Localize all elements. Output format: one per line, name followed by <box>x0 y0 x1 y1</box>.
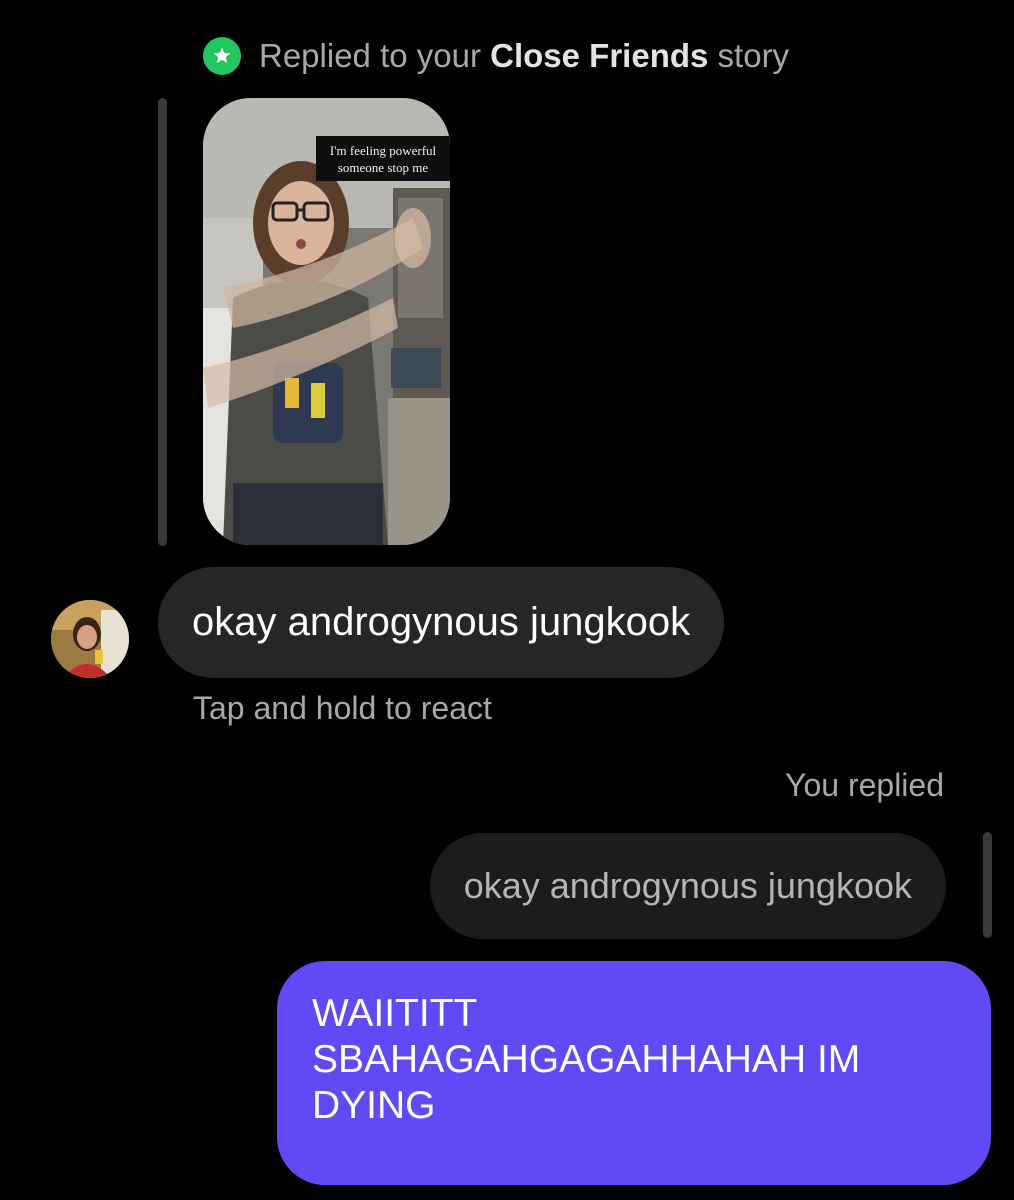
you-replied-label: You replied <box>785 767 944 803</box>
received-message-text: okay androgynous jungkook <box>192 600 691 644</box>
reply-quote-bar <box>983 832 992 938</box>
close-friends-star-icon <box>203 37 241 75</box>
header-text: Replied to your Close Friends story <box>259 37 789 75</box>
close-friends-label[interactable]: Close Friends <box>490 37 708 74</box>
story-quote-bar <box>158 98 167 546</box>
avatar-image <box>51 600 129 678</box>
header-prefix: Replied to your <box>259 37 491 74</box>
header-suffix: story <box>708 37 790 74</box>
sent-message-bubble[interactable]: WAIITITT SBAHAGAHGAGAHHAHAH IM DYING <box>277 961 991 1185</box>
sender-avatar[interactable] <box>51 600 129 678</box>
story-caption-line-1: I'm feeling powerful <box>329 143 437 158</box>
received-message-bubble[interactable]: okay androgynous jungkook <box>158 567 725 678</box>
quoted-message-bubble[interactable]: okay androgynous jungkook <box>429 833 946 939</box>
quoted-message-text: okay androgynous jungkook <box>463 865 912 906</box>
story-reply-header: Replied to your Close Friends story <box>203 34 789 78</box>
react-hint: Tap and hold to react <box>193 690 492 726</box>
story-caption: I'm feeling powerful someone stop me <box>316 136 450 181</box>
story-thumbnail[interactable]: I'm feeling powerful someone stop me <box>203 98 450 545</box>
story-caption-line-2: someone stop me <box>337 160 429 175</box>
sent-message-text: WAIITITT SBAHAGAHGAGAHHAHAH IM DYING <box>312 992 861 1127</box>
